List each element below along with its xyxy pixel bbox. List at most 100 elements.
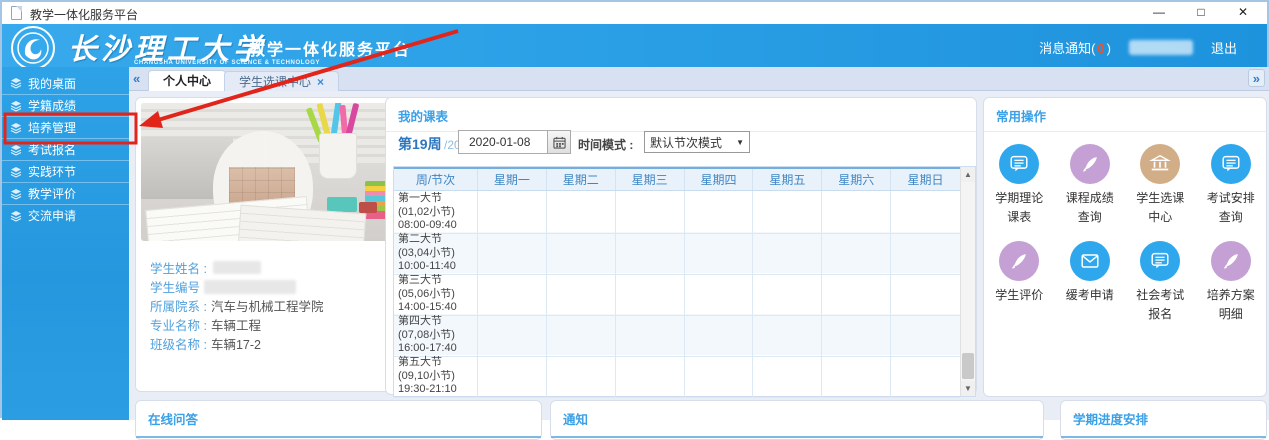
timetable-cell [891,355,960,398]
student-name-label: 学生姓名 : [150,258,207,277]
table-row: 第二大节(03,04小节)10:00-11:40 [394,232,960,273]
action-label: 培养方案 [1207,286,1255,305]
action-label: 学期理论 [995,189,1043,208]
layers-icon [10,122,22,134]
table-scrollbar[interactable]: ▲ ▼ [960,167,975,396]
notice-label-close: ) [1107,41,1111,56]
university-name-en: CHANGSHA UNIVERSITY OF SCIENCE & TECHNOL… [134,60,320,66]
department-value: 汽车与机械工程学院 [211,296,324,315]
period-label: 第四大节(07,08小节)16:00-17:40 [394,314,478,357]
expand-tabs-icon[interactable]: » [1248,69,1265,87]
action-label: 中心 [1148,208,1172,227]
period-label: 第三大节(05,06小节)14:00-15:40 [394,273,478,316]
period-label: 第二大节(03,04小节)10:00-11:40 [394,232,478,275]
timetable-cell [685,355,754,398]
timetable-cell [753,273,822,316]
tab-bar: « 个人中心 学生选课中心 × » [129,67,1269,91]
timetable-cell [822,273,891,316]
timetable-cell [822,232,891,275]
action-course-grades-query[interactable]: 课程成绩 查询 [1055,144,1126,227]
action-training-plan-details[interactable]: 培养方案 明细 [1196,241,1267,324]
app-window: 教学一体化服务平台 — □ ✕ 长沙理工大学 CHANGSHA UNIVERSI… [0,0,1269,418]
sidebar-item-label: 交流申请 [28,207,76,224]
timetable-cell [547,273,616,316]
student-id-label: 学生编号 [150,277,200,296]
timetable-cell [685,314,754,357]
current-week[interactable]: 第19周 [398,134,442,154]
time-mode-select[interactable]: 默认节次模式 ▼ [644,131,750,153]
notifications-title: 通知 [551,401,1043,438]
tab-personal-center[interactable]: 个人中心 [148,70,226,91]
chevron-down-icon: ▼ [736,138,744,147]
maximize-button[interactable]: □ [1191,4,1211,21]
message-notice-link[interactable]: 消息通知(0) [1039,38,1111,57]
photo-eraser [327,197,357,212]
sidebar-item-label: 实践环节 [28,163,76,180]
bank-icon [1149,153,1171,175]
sidebar-item-my-desktop[interactable]: 我的桌面 [2,72,129,94]
layers-icon [10,166,22,178]
window-title: 教学一体化服务平台 [30,6,138,23]
table-row: 第一大节(01,02小节)08:00-09:40 [394,191,960,232]
date-input[interactable] [458,130,548,154]
sidebar-item-label: 考试报名 [28,141,76,158]
online-qa-title: 在线问答 [136,401,541,438]
sidebar-item-exam-registration[interactable]: 考试报名 [2,138,129,160]
collapse-sidebar-icon[interactable]: « [133,71,140,86]
action-course-selection-center[interactable]: 学生选课 中心 [1125,144,1196,227]
sidebar-item-training-management[interactable]: 培养管理 [2,116,129,138]
sidebar-item-practice[interactable]: 实践环节 [2,160,129,182]
timetable-cell [547,191,616,234]
action-label: 社会考试 [1136,286,1184,305]
period-label: 第一大节(01,02小节)08:00-09:40 [394,191,478,234]
logout-button[interactable]: 退出 [1211,38,1237,57]
table-row: 第三大节(05,06小节)14:00-15:40 [394,273,960,314]
action-deferred-exam-application[interactable]: 缓考申请 [1055,241,1126,324]
action-social-exam-registration[interactable]: 社会考试 报名 [1125,241,1196,324]
sidebar-item-exchange-application[interactable]: 交流申请 [2,204,129,226]
action-exam-schedule-query[interactable]: 考试安排 查询 [1196,144,1267,227]
student-info: 学生姓名 : 学生编号 所属院系 :汽车与机械工程学院 专业名称 :车辆工程 班… [150,258,323,353]
action-student-evaluation[interactable]: 学生评价 [984,241,1055,324]
minimize-button[interactable]: — [1149,4,1169,21]
close-button[interactable]: ✕ [1233,4,1253,21]
major-label: 专业名称 : [150,315,207,334]
tab-close-icon[interactable]: × [317,75,324,89]
table-row: 第四大节(07,08小节)16:00-17:40 [394,314,960,355]
quill-icon [1008,250,1030,272]
major-value: 车辆工程 [211,315,261,334]
scroll-up-icon[interactable]: ▲ [961,167,975,182]
timetable-header-row: 周/节次 星期一 星期二 星期三 星期四 星期五 星期六 星期日 [394,167,960,191]
timetable-cell [891,273,960,316]
col-header: 周/节次 [394,169,478,190]
notifications-panel: 通知 [550,400,1044,440]
student-name-redacted [213,261,261,274]
sidebar-item-teaching-evaluation[interactable]: 教学评价 [2,182,129,204]
table-row: 第五大节(09,10小节)19:30-21:10 [394,355,960,396]
timetable-cell [478,273,547,316]
sidebar-item-records-grades[interactable]: 学籍成绩 [2,94,129,116]
tab-label: 学生选课中心 [239,75,311,89]
layers-icon [10,144,22,156]
timetable-cell [753,355,822,398]
col-header: 星期四 [685,169,754,190]
layers-icon [10,188,22,200]
timetable-cell [616,273,685,316]
calendar-button[interactable] [548,130,571,154]
col-header: 星期五 [753,169,822,190]
semester-progress-panel: 学期进度安排 [1060,400,1267,440]
timetable-cell [753,232,822,275]
sidebar-nav: 我的桌面 学籍成绩 培养管理 考试报名 实践环节 教学评价 交流申请 [2,67,129,420]
sidebar-item-label: 学籍成绩 [28,97,76,114]
notice-count-badge: 0 [1095,41,1106,56]
action-label: 课程成绩 [1066,189,1114,208]
time-mode-label: 时间模式 : [578,136,633,153]
scroll-down-icon[interactable]: ▼ [961,381,975,396]
scrollbar-thumb[interactable] [962,353,974,379]
quick-actions-grid: 学期理论 课表 课程成绩 查询 学生选课 中心 考试安排 查询 学生评价 [984,144,1266,338]
window-titlebar: 教学一体化服务平台 — □ ✕ [2,2,1267,24]
user-name-redacted [1129,40,1193,55]
tab-course-selection-center[interactable]: 学生选课中心 × [224,71,339,91]
timetable-cell [753,191,822,234]
action-semester-theory-timetable[interactable]: 学期理论 课表 [984,144,1055,227]
